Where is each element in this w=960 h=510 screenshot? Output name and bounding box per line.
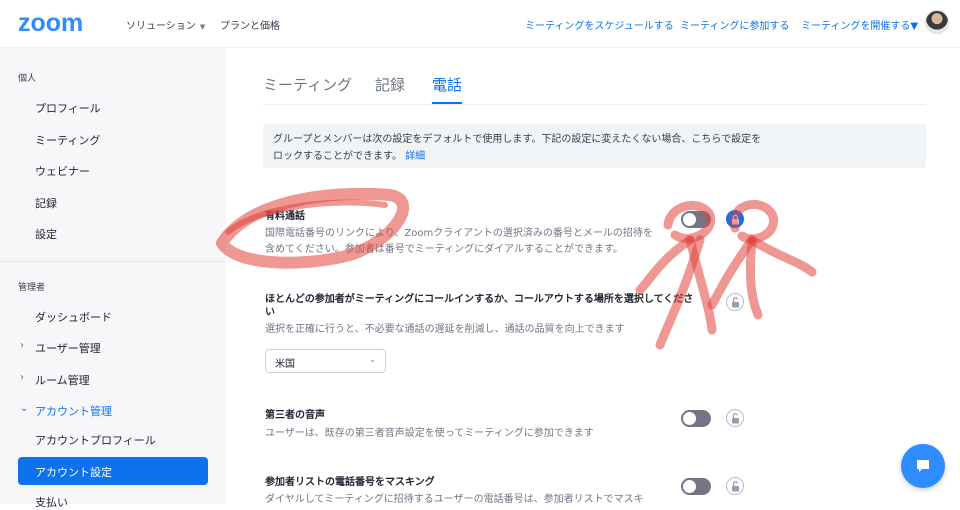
sidebar: 個人 プロフィール ミーティング ウェビナー 記録 設定 管理者 ダッシュボード… [0,48,226,509]
zoom-logo[interactable]: zoom [18,9,83,38]
solutions-menu-label: ソリューション [126,21,196,32]
host-meeting-label: ミーティングを開催する [801,21,911,32]
chevron-down-icon[interactable]: ⌄ [20,403,28,414]
chat-help-button[interactable] [901,444,945,488]
toggle-knob [683,480,696,493]
tabs-divider [263,104,926,105]
unlock-icon[interactable] [726,409,744,427]
plans-pricing-link[interactable]: プランと価格 [220,17,280,32]
top-navigation-bar: zoom ソリューション ▼ プランと価格 ミーティングをスケジュールする ミーテ… [0,0,960,48]
sidebar-heading-admin: 管理者 [18,283,46,293]
toggle-knob [683,412,696,425]
country-select[interactable]: 米国 ⌄ [265,349,386,373]
sidebar-divider [0,261,226,262]
sidebar-item-recordings[interactable]: 記録 [35,195,57,211]
setting-title-toll-call: 有料通話 [265,211,305,222]
solutions-menu[interactable]: ソリューション ▼ [126,17,205,32]
join-meeting-link[interactable]: ミーティングに参加する [680,17,789,32]
sidebar-item-profile[interactable]: プロフィール [35,100,101,116]
chevron-right-icon[interactable]: › [20,372,24,383]
mask-phone-toggle[interactable] [681,478,711,495]
sidebar-item-account-profile[interactable]: アカウントプロフィール [35,432,156,448]
sidebar-item-account-management[interactable]: アカウント管理 [35,403,112,419]
sidebar-item-meetings[interactable]: ミーティング [35,132,100,148]
sidebar-item-user-management[interactable]: ユーザー管理 [35,340,101,356]
sidebar-item-settings[interactable]: 設定 [35,226,57,242]
sidebar-item-dashboard[interactable]: ダッシュボード [35,309,112,325]
chevron-down-icon: ▼ [199,23,206,31]
sidebar-item-billing[interactable]: 支払い [35,494,68,510]
chevron-down-icon: ▼ [910,21,919,32]
unlock-icon[interactable] [726,293,744,311]
info-banner: グループとメンバーは次の設定をデフォルトで使用します。下記の設定に変えたくない場… [263,124,926,168]
country-select-value: 米国 [275,359,295,370]
chevron-right-icon[interactable]: › [20,340,24,351]
unlock-icon[interactable] [726,477,744,495]
tab-meeting[interactable]: ミーティング [263,74,352,95]
details-link[interactable]: 詳細 [405,151,425,162]
lock-icon[interactable] [726,210,744,228]
setting-title-mask-phone: 参加者リストの電話番号をマスキング [265,477,435,488]
info-text-line2: ロックすることができます。 [273,151,402,162]
setting-desc-call-location: 選択を正確に行うと、不必要な通話の遅延を削減し、通話の品質を向上できます [265,324,625,335]
sidebar-item-webinars[interactable]: ウェビナー [35,163,90,179]
sidebar-item-room-management[interactable]: ルーム管理 [35,372,90,388]
setting-title-third-party-audio: 第三者の音声 [265,410,325,421]
setting-title-call-location: ほとんどの参加者がミーティングにコールインするか、コールアウトする場所を選択して… [265,294,694,318]
chat-icon [917,460,929,472]
host-meeting-menu[interactable]: ミーティングを開催する▼ [801,17,918,32]
schedule-meeting-link[interactable]: ミーティングをスケジュールする [525,17,674,32]
tab-telephone[interactable]: 電話 [432,74,462,95]
info-text-line1: グループとメンバーは次の設定をデフォルトで使用します。下記の設定に変えたくない場… [273,134,762,145]
setting-desc-mask-phone: ダイヤルしてミーティングに招待するユーザーの電話番号は、参加者リストでマスキ [265,494,644,505]
toggle-knob [683,213,696,226]
avatar[interactable] [925,10,949,34]
toll-call-toggle[interactable] [681,211,711,228]
sidebar-item-account-settings[interactable]: アカウント設定 [18,457,208,485]
setting-desc-toll-call: 国際電話番号のリンクにより、Zoomクライアントの選択済みの番号とメールの招待を… [265,228,653,255]
chevron-down-icon: ⌄ [369,355,376,364]
tab-recording[interactable]: 記録 [375,74,405,95]
sidebar-heading-personal: 個人 [18,74,37,84]
third-party-audio-toggle[interactable] [681,410,711,427]
setting-desc-third-party-audio: ユーザーは、既存の第三者音声設定を使ってミーティングに参加できます [265,428,594,439]
